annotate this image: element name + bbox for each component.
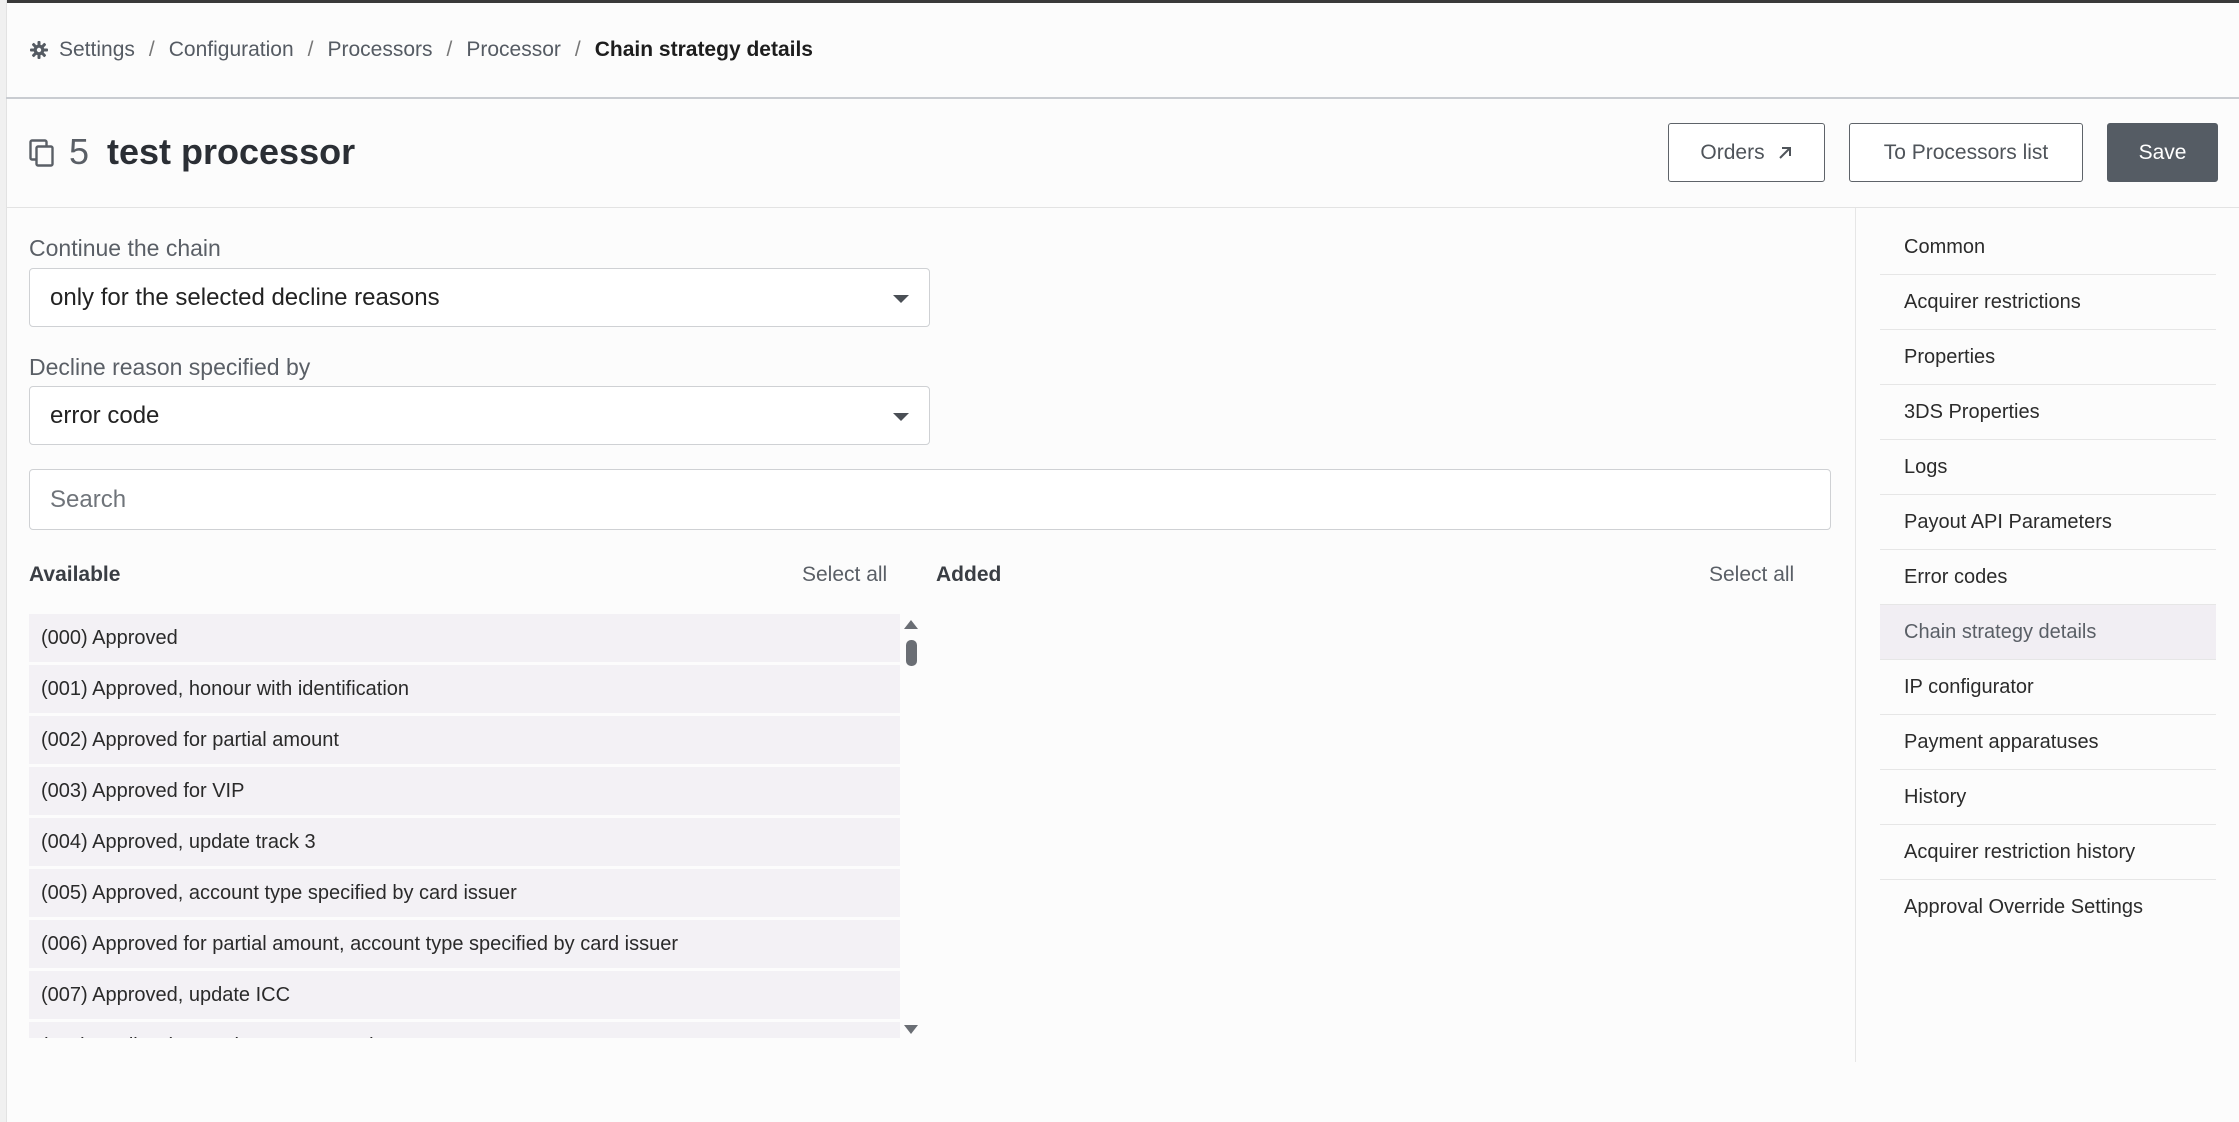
orders-button[interactable]: Orders xyxy=(1668,123,1825,182)
left-edge xyxy=(0,0,7,1122)
continue-chain-value: only for the selected decline reasons xyxy=(50,283,440,311)
continue-chain-select[interactable]: only for the selected decline reasons xyxy=(29,268,930,327)
continue-chain-label: Continue the chain xyxy=(29,235,221,261)
list-item[interactable]: (002) Approved for partial amount xyxy=(29,716,900,764)
caret-down-icon xyxy=(893,295,909,303)
breadcrumb-separator: / xyxy=(574,38,581,61)
list-item[interactable]: (004) Approved, update track 3 xyxy=(29,818,900,866)
arrow-up-right-icon xyxy=(1778,146,1791,159)
nav-item-properties[interactable]: Properties xyxy=(1880,330,2216,385)
top-border xyxy=(0,0,2239,3)
list-item[interactable]: (007) Approved, update ICC xyxy=(29,971,900,1019)
breadcrumb-separator: / xyxy=(307,38,314,61)
scroll-up-arrow[interactable] xyxy=(904,620,918,629)
header-divider xyxy=(6,207,2239,208)
gear-icon xyxy=(30,41,48,59)
nav-item-logs[interactable]: Logs xyxy=(1880,440,2216,495)
to-processors-list-button[interactable]: To Processors list xyxy=(1849,123,2083,182)
save-button[interactable]: Save xyxy=(2107,123,2218,182)
list-item[interactable]: (005) Approved, account type specified b… xyxy=(29,869,900,917)
list-item[interactable]: (003) Approved for VIP xyxy=(29,767,900,815)
nav-item-acquirer-restrictions[interactable]: Acquirer restrictions xyxy=(1880,275,2216,330)
copy-icon[interactable] xyxy=(29,139,55,167)
breadcrumb-separator: / xyxy=(446,38,453,61)
added-select-all[interactable]: Select all xyxy=(1709,563,1794,587)
breadcrumb-current: Chain strategy details xyxy=(594,38,813,61)
nav-divider xyxy=(1855,208,1856,1062)
list-item[interactable]: (100) Decline (general, no comments) xyxy=(29,1022,900,1038)
nav-item-payment-apparatuses[interactable]: Payment apparatuses xyxy=(1880,715,2216,770)
available-list[interactable]: (000) Approved (001) Approved, honour wi… xyxy=(29,612,929,1038)
breadcrumb-settings[interactable]: Settings xyxy=(59,38,135,62)
page-title: test processor xyxy=(107,131,356,172)
nav-item-ip-configurator[interactable]: IP configurator xyxy=(1880,660,2216,715)
search-input[interactable] xyxy=(29,469,1831,530)
decline-reason-label: Decline reason specified by xyxy=(29,354,311,380)
nav-item-approval-override-settings[interactable]: Approval Override Settings xyxy=(1880,880,2216,934)
breadcrumb-processors[interactable]: Processors xyxy=(328,38,433,62)
caret-down-icon xyxy=(893,413,909,421)
scrollbar-thumb[interactable] xyxy=(906,640,917,666)
nav-item-error-codes[interactable]: Error codes xyxy=(1880,550,2216,605)
nav-item-payout-api-parameters[interactable]: Payout API Parameters xyxy=(1880,495,2216,550)
list-item[interactable]: (000) Approved xyxy=(29,614,900,662)
section-nav: Common Acquirer restrictions Properties … xyxy=(1880,220,2216,934)
list-item[interactable]: (006) Approved for partial amount, accou… xyxy=(29,920,900,968)
nav-item-common[interactable]: Common xyxy=(1880,220,2216,275)
added-title: Added xyxy=(936,563,1002,586)
decline-reason-value: error code xyxy=(50,401,160,429)
nav-item-history[interactable]: History xyxy=(1880,770,2216,825)
breadcrumb-divider xyxy=(6,97,2239,99)
nav-item-acquirer-restriction-history[interactable]: Acquirer restriction history xyxy=(1880,825,2216,880)
list-item[interactable]: (001) Approved, honour with identificati… xyxy=(29,665,900,713)
breadcrumb-configuration[interactable]: Configuration xyxy=(169,38,294,62)
breadcrumb-separator: / xyxy=(148,38,155,61)
orders-button-label: Orders xyxy=(1700,140,1765,164)
available-select-all[interactable]: Select all xyxy=(802,563,887,587)
processor-id: 5 xyxy=(69,131,90,172)
nav-item-3ds-properties[interactable]: 3DS Properties xyxy=(1880,385,2216,440)
breadcrumb: Settings / Configuration / Processors / … xyxy=(29,36,813,64)
nav-item-chain-strategy-details[interactable]: Chain strategy details xyxy=(1880,605,2216,660)
scroll-down-arrow[interactable] xyxy=(904,1025,918,1034)
breadcrumb-processor[interactable]: Processor xyxy=(466,38,561,62)
decline-reason-select[interactable]: error code xyxy=(29,386,930,445)
available-title: Available xyxy=(29,563,121,586)
